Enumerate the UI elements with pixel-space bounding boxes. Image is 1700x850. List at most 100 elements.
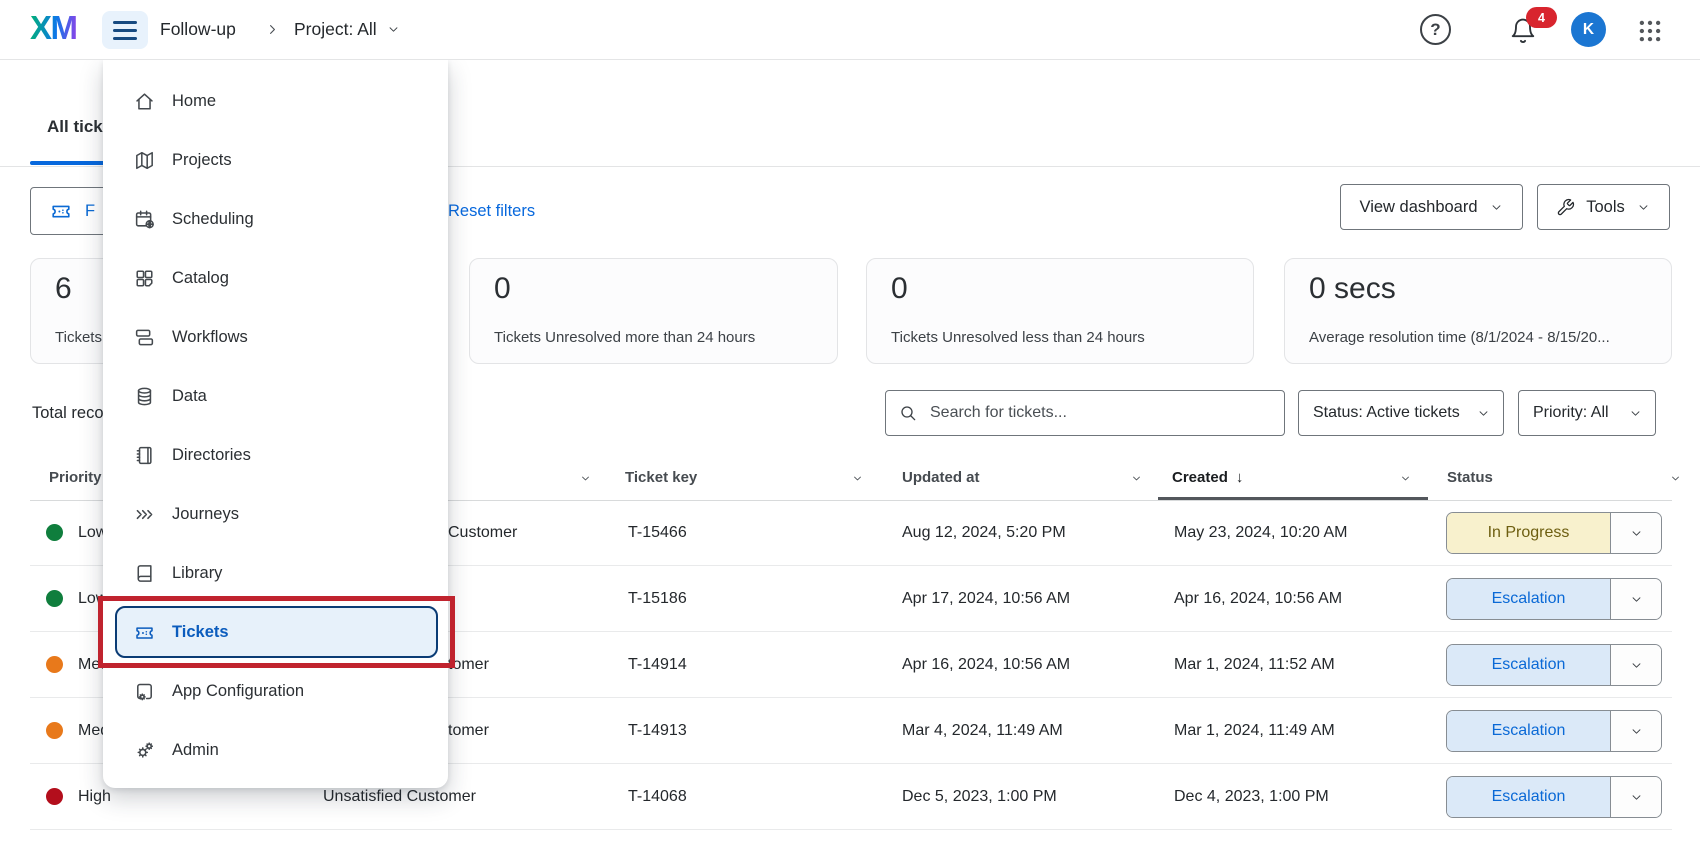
priority-dot: [46, 656, 63, 673]
menu-item-label: Directories: [172, 446, 251, 465]
status-filter-dropdown[interactable]: Status: Active tickets: [1298, 390, 1504, 436]
status-label: Escalation: [1447, 579, 1610, 619]
menu-item-app-configuration[interactable]: App Configuration: [115, 667, 438, 715]
status-filter-label: Status: Active tickets: [1313, 404, 1460, 422]
column-header-label: Status: [1447, 469, 1493, 486]
column-header[interactable]: Updated at: [902, 459, 980, 497]
app-grid-button[interactable]: [1637, 17, 1664, 44]
updated-at: Apr 17, 2024, 10:56 AM: [902, 566, 1070, 632]
status-chevron-icon[interactable]: [1610, 579, 1661, 619]
ticket-key: T-15186: [628, 566, 687, 632]
status-badge[interactable]: Escalation: [1446, 578, 1662, 620]
ticket-filter-label: F: [85, 202, 95, 221]
priority-filter-label: Priority: All: [1533, 404, 1609, 422]
column-menu-chevron-icon[interactable]: [1669, 472, 1682, 485]
project-label: Project: All: [294, 19, 377, 40]
menu-item-label: Workflows: [172, 328, 248, 347]
help-button[interactable]: ?: [1420, 14, 1451, 45]
stat-value: 0 secs: [1309, 272, 1396, 306]
stat-card: 0Tickets Unresolved less than 24 hours: [866, 258, 1254, 364]
stat-label: Tickets Unresolved less than 24 hours: [891, 329, 1245, 346]
chevron-down-icon: [1476, 406, 1491, 421]
menu-item-journeys[interactable]: Journeys: [115, 490, 438, 538]
status-chevron-icon[interactable]: [1610, 513, 1661, 553]
priority-dot: [46, 524, 63, 541]
column-menu-chevron-icon[interactable]: [1130, 472, 1143, 485]
home-icon: [133, 90, 156, 113]
notifications-button[interactable]: 4: [1509, 13, 1547, 49]
status-badge[interactable]: Escalation: [1446, 644, 1662, 686]
ticket-name: tomer: [448, 698, 489, 764]
tools-label: Tools: [1586, 198, 1625, 217]
menu-item-scheduling[interactable]: Scheduling: [115, 195, 438, 243]
status-badge[interactable]: In Progress: [1446, 512, 1662, 554]
tickets-icon: [133, 621, 156, 644]
menu-item-label: Home: [172, 92, 216, 111]
updated-at: Dec 5, 2023, 1:00 PM: [902, 764, 1057, 830]
updated-at: Apr 16, 2024, 10:56 AM: [902, 632, 1070, 698]
chevron-down-icon: [386, 22, 401, 37]
menu-item-tickets[interactable]: Tickets: [115, 606, 438, 658]
column-header[interactable]: Created↓: [1172, 459, 1243, 497]
search-box[interactable]: [885, 390, 1285, 436]
question-mark-icon: ?: [1430, 20, 1440, 40]
status-badge[interactable]: Escalation: [1446, 776, 1662, 818]
sort-desc-icon: ↓: [1236, 469, 1244, 486]
menu-item-projects[interactable]: Projects: [115, 136, 438, 184]
chevron-down-icon: [1628, 406, 1643, 421]
status-chevron-icon[interactable]: [1610, 645, 1661, 685]
menu-item-admin[interactable]: Admin: [115, 726, 438, 774]
column-header-label: Updated at: [902, 469, 980, 486]
status-label: Escalation: [1447, 777, 1610, 817]
status-chevron-icon[interactable]: [1610, 711, 1661, 751]
column-header-label: Priority: [49, 469, 102, 486]
ticket-icon: [49, 199, 73, 223]
journeys-icon: [133, 503, 156, 526]
status-label: Escalation: [1447, 645, 1610, 685]
menu-item-label: Admin: [172, 741, 219, 760]
chevron-down-icon: [1489, 200, 1504, 215]
grid-icon: [1637, 18, 1664, 44]
created-at: Apr 16, 2024, 10:56 AM: [1174, 566, 1342, 632]
menu-item-label: Catalog: [172, 269, 229, 288]
status-badge[interactable]: Escalation: [1446, 710, 1662, 752]
menu-item-directories[interactable]: Directories: [115, 431, 438, 479]
created-at: Mar 1, 2024, 11:49 AM: [1174, 698, 1335, 764]
stat-label: Average resolution time (8/1/2024 - 8/15…: [1309, 329, 1663, 346]
column-header-label: Ticket key: [625, 469, 697, 486]
reset-filters-link[interactable]: Reset filters: [448, 202, 535, 221]
column-header[interactable]: Priority: [49, 459, 102, 497]
status-chevron-icon[interactable]: [1610, 777, 1661, 817]
column-menu-chevron-icon[interactable]: [1399, 472, 1412, 485]
updated-at: Mar 4, 2024, 11:49 AM: [902, 698, 1063, 764]
priority-filter-dropdown[interactable]: Priority: All: [1518, 390, 1656, 436]
menu-item-workflows[interactable]: Workflows: [115, 313, 438, 361]
ticket-name: tomer: [448, 632, 489, 698]
menu-item-library[interactable]: Library: [115, 549, 438, 597]
menu-item-data[interactable]: Data: [115, 372, 438, 420]
breadcrumb-section: Follow-up: [160, 0, 236, 59]
menu-item-label: Library: [172, 564, 222, 583]
menu-item-catalog[interactable]: Catalog: [115, 254, 438, 302]
search-input[interactable]: [928, 403, 1272, 423]
library-icon: [133, 562, 156, 585]
stat-card: 0 secs Average resolution time (8/1/2024 …: [1284, 258, 1672, 364]
menu-item-home[interactable]: Home: [115, 77, 438, 125]
column-header[interactable]: Status: [1447, 459, 1493, 497]
column-header[interactable]: Ticket key: [625, 459, 697, 497]
global-nav-menu: Home Projects Scheduling Catalog Workflows Da…: [103, 60, 448, 788]
menu-item-label: App Configuration: [172, 682, 304, 701]
column-menu-chevron-icon[interactable]: [851, 472, 864, 485]
view-dashboard-label: View dashboard: [1359, 198, 1477, 217]
breadcrumb-project-selector[interactable]: Project: All: [294, 0, 401, 59]
created-at: Dec 4, 2023, 1:00 PM: [1174, 764, 1329, 830]
created-at: May 23, 2024, 10:20 AM: [1174, 500, 1347, 566]
hamburger-menu-button[interactable]: [102, 11, 148, 49]
view-dashboard-button[interactable]: View dashboard: [1340, 184, 1523, 230]
column-menu-chevron-icon[interactable]: [579, 472, 592, 485]
stat-label: Tickets Unresolved more than 24 hours: [494, 329, 829, 346]
workflows-icon: [133, 326, 156, 349]
tools-button[interactable]: Tools: [1537, 184, 1670, 230]
stat-value: 0: [494, 272, 511, 306]
avatar[interactable]: K: [1571, 12, 1606, 47]
